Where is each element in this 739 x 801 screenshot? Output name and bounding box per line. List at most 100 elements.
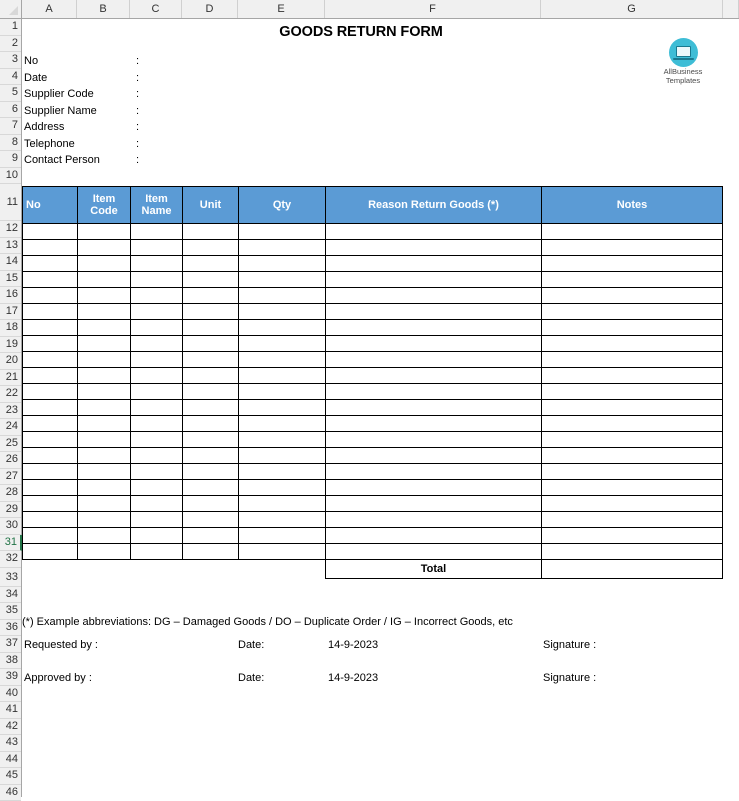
table-cell[interactable] [78,224,131,240]
row-header-7[interactable]: 7 [0,118,21,135]
table-cell[interactable] [78,384,131,400]
table-cell[interactable] [239,480,326,496]
table-cell[interactable] [542,352,723,368]
table-cell[interactable] [23,480,78,496]
table-cell[interactable] [239,224,326,240]
table-cell[interactable] [239,432,326,448]
table-cell[interactable] [239,496,326,512]
table-cell[interactable] [542,288,723,304]
table-cell[interactable] [542,432,723,448]
table-cell[interactable] [78,528,131,544]
row-header-36[interactable]: 36 [0,620,21,637]
table-cell[interactable] [131,464,183,480]
table-cell[interactable] [239,416,326,432]
table-cell[interactable] [23,288,78,304]
table-cell[interactable] [239,400,326,416]
table-cell[interactable] [131,384,183,400]
table-cell[interactable] [542,496,723,512]
table-cell[interactable] [542,256,723,272]
table-cell[interactable] [78,432,131,448]
table-cell[interactable] [23,240,78,256]
table-cell[interactable] [23,512,78,528]
table-cell[interactable] [131,224,183,240]
row-header-14[interactable]: 14 [0,254,21,271]
row-header-43[interactable]: 43 [0,735,21,752]
table-cell[interactable] [542,400,723,416]
row-header-41[interactable]: 41 [0,702,21,719]
row-header-45[interactable]: 45 [0,768,21,785]
table-cell[interactable] [239,464,326,480]
row-header-1[interactable]: 1 [0,19,21,36]
table-cell[interactable] [183,320,239,336]
column-header-e[interactable]: E [238,0,325,18]
table-cell[interactable] [239,352,326,368]
table-cell[interactable] [183,384,239,400]
table-cell[interactable] [23,496,78,512]
table-cell[interactable] [326,528,542,544]
table-cell[interactable] [78,544,131,560]
column-header-c[interactable]: C [130,0,182,18]
row-header-24[interactable]: 24 [0,419,21,436]
table-cell[interactable] [131,336,183,352]
table-cell[interactable] [183,352,239,368]
table-cell[interactable] [542,512,723,528]
table-cell[interactable] [23,272,78,288]
column-header-g[interactable]: G [541,0,723,18]
table-cell[interactable] [23,528,78,544]
table-cell[interactable] [183,432,239,448]
row-header-34[interactable]: 34 [0,587,21,604]
row-header-21[interactable]: 21 [0,370,21,387]
table-cell[interactable] [326,512,542,528]
table-cell[interactable] [183,512,239,528]
row-header-20[interactable]: 20 [0,353,21,370]
row-header-17[interactable]: 17 [0,304,21,321]
table-cell[interactable] [183,544,239,560]
table-cell[interactable] [326,400,542,416]
table-cell[interactable] [23,384,78,400]
table-cell[interactable] [78,288,131,304]
table-cell[interactable] [542,320,723,336]
table-cell[interactable] [326,432,542,448]
row-header-46[interactable]: 46 [0,785,21,801]
total-value[interactable] [542,560,723,579]
row-header-12[interactable]: 12 [0,221,21,238]
row-header-16[interactable]: 16 [0,287,21,304]
table-cell[interactable] [239,528,326,544]
table-cell[interactable] [326,288,542,304]
table-cell[interactable] [326,416,542,432]
table-cell[interactable] [78,480,131,496]
table-cell[interactable] [183,304,239,320]
table-cell[interactable] [78,272,131,288]
table-cell[interactable] [23,544,78,560]
table-cell[interactable] [326,496,542,512]
row-header-29[interactable]: 29 [0,502,21,519]
table-cell[interactable] [326,448,542,464]
table-cell[interactable] [183,464,239,480]
table-cell[interactable] [131,544,183,560]
row-header-8[interactable]: 8 [0,135,21,152]
table-cell[interactable] [326,464,542,480]
table-cell[interactable] [183,224,239,240]
table-cell[interactable] [326,352,542,368]
table-cell[interactable] [326,336,542,352]
row-header-32[interactable]: 32 [0,551,21,568]
row-header-3[interactable]: 3 [0,52,21,69]
table-cell[interactable] [131,448,183,464]
table-cell[interactable] [131,400,183,416]
table-cell[interactable] [23,352,78,368]
row-header-4[interactable]: 4 [0,69,21,86]
table-cell[interactable] [542,304,723,320]
table-cell[interactable] [23,304,78,320]
table-cell[interactable] [239,272,326,288]
row-header-23[interactable]: 23 [0,403,21,420]
table-cell[interactable] [183,272,239,288]
table-cell[interactable] [78,416,131,432]
table-cell[interactable] [542,224,723,240]
table-cell[interactable] [131,320,183,336]
row-header-39[interactable]: 39 [0,669,21,686]
row-header-15[interactable]: 15 [0,271,21,288]
table-cell[interactable] [239,288,326,304]
table-cell[interactable] [542,416,723,432]
table-cell[interactable] [239,512,326,528]
table-cell[interactable] [131,352,183,368]
